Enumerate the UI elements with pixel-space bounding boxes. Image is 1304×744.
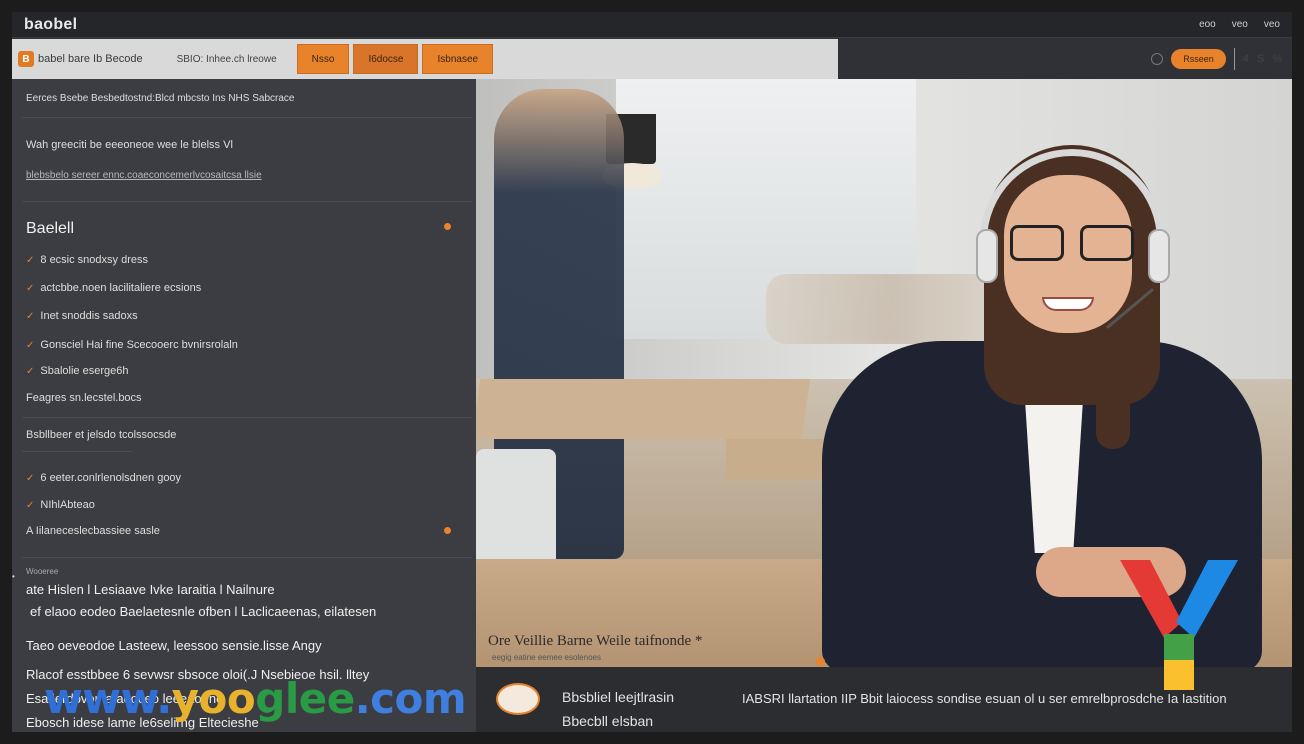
divider	[22, 117, 472, 118]
photo-caption: Ore Veillie Barne Weile taifnonde *	[488, 633, 703, 649]
bottom-title: Bbsbliel leejtlrasin	[562, 689, 675, 705]
orange-dot-icon	[816, 657, 825, 666]
title-bar: baobel eoo veo veo	[12, 12, 1292, 38]
header-glyph-2[interactable]: S	[1257, 53, 1264, 65]
small-label: Wooeree	[26, 567, 59, 576]
nav-button-3[interactable]: Isbnasee	[422, 44, 494, 74]
divider	[22, 417, 472, 418]
list-item-highlight: A Iilaneceslecbassiee sasle	[26, 525, 160, 537]
window-control-1[interactable]: eoo	[1199, 19, 1216, 30]
signup-button[interactable]: Rsseen	[1171, 49, 1226, 69]
sidebar-intro: Eerces Bsebe Besbedtostnd:Blcd mbcsto In…	[26, 93, 295, 104]
avatar-icon[interactable]	[496, 683, 540, 715]
window-control-3[interactable]: veo	[1264, 19, 1280, 30]
check-icon: ✓	[26, 366, 35, 377]
brand-logo-icon[interactable]: B	[18, 51, 34, 67]
header-glyph-1[interactable]: 4	[1243, 53, 1249, 65]
paragraph-line: ate Hislen l Lesiaave Ivke Iaraitia l Na…	[26, 582, 275, 597]
header-glyph-3[interactable]: %	[1272, 53, 1282, 65]
divider	[22, 201, 472, 202]
bottom-description: IABSRI llartation IIP Bbit laiocess sond…	[742, 691, 1227, 706]
window-control-2[interactable]: veo	[1232, 19, 1248, 30]
app-window: baobel eoo veo veo B babel bare Ib Becod…	[12, 12, 1292, 732]
checklist-item: ✓ 6 eeter.conlrlenolsdnen gooy	[26, 472, 182, 484]
paragraph-line: Taeo oeveodoe Lasteew, leessoo sensie.li…	[26, 638, 322, 653]
header-divider	[1233, 48, 1235, 70]
checklist-item: ✓ 8 ecsic snodxsy dress	[26, 254, 148, 266]
nav-button-2[interactable]: I6docse	[353, 44, 419, 74]
photo-chair	[476, 449, 556, 569]
bottom-subtitle: Bbecbll elsban	[562, 713, 654, 729]
checklist-item: ✓ NIhlAbteao	[26, 499, 95, 511]
headset-earcup	[976, 229, 998, 283]
check-icon: ✓	[26, 283, 35, 294]
photo-subcaption: eegig eatine eemee esolenoes	[492, 653, 601, 662]
divider	[22, 557, 472, 558]
orange-dot-icon	[444, 223, 451, 230]
brand-name[interactable]: babel bare Ib Becode	[38, 53, 143, 65]
nav-button-1[interactable]: Nsso	[296, 44, 350, 74]
check-icon: ✓	[26, 500, 35, 511]
check-icon: ✓	[26, 311, 35, 322]
headset-earcup	[1148, 229, 1170, 283]
sidebar-link[interactable]: blebsbelo sereer ennc.coaeconcemerlvcosa…	[26, 169, 262, 181]
section-title: Baelell	[26, 220, 75, 237]
y-brand-mark-icon	[1120, 560, 1238, 690]
settings-circle-icon[interactable]	[1151, 53, 1164, 65]
window-controls: eoo veo veo	[1199, 19, 1280, 30]
checklist-item: ✓ Gonsciel Hai fine Scecooerc bvnirsrolal…	[26, 339, 238, 351]
orange-dot-icon	[444, 527, 451, 534]
check-icon: ✓	[26, 340, 35, 351]
sidebar-tagline: Wah greeciti be eeeoneoe wee le blelss V…	[26, 139, 233, 151]
list-item: Feagres sn.lecstel.bocs	[26, 392, 142, 404]
nav-bar: B babel bare Ib Becode SBIO: Inhee.ch lr…	[12, 39, 838, 79]
edge-marker-icon: •	[12, 572, 15, 581]
app-title: baobel	[24, 15, 78, 33]
divider	[22, 451, 132, 452]
photo-background-people	[766, 274, 1016, 344]
sidebar: Eerces Bsebe Besbedtostnd:Blcd mbcsto In…	[12, 79, 476, 732]
photo-table	[476, 379, 811, 439]
subsection-title: Bsbllbeer et jelsdo tcolssocsde	[26, 429, 177, 441]
checklist-item: ✓ Inet snoddis sadoxs	[26, 310, 138, 322]
checklist-item: ✓ Sbalolie eserge6h	[26, 365, 129, 377]
check-icon: ✓	[26, 255, 35, 266]
checklist-item: ✓ actcbbe.noen lacilitaliere ecsions	[26, 282, 202, 294]
paragraph-line: ef elaoo eodeo Baelaetesnle ofben l Lacl…	[30, 604, 377, 619]
photo-smile	[1042, 297, 1094, 311]
photo-woman-ponytail	[1096, 329, 1130, 449]
nav-subtitle: SBIO: Inhee.ch lreowe	[176, 53, 277, 65]
header-actions: Rsseen 4 S %	[838, 39, 1292, 79]
check-icon: ✓	[26, 473, 35, 484]
watermark: www.yooglee.com	[44, 674, 467, 723]
